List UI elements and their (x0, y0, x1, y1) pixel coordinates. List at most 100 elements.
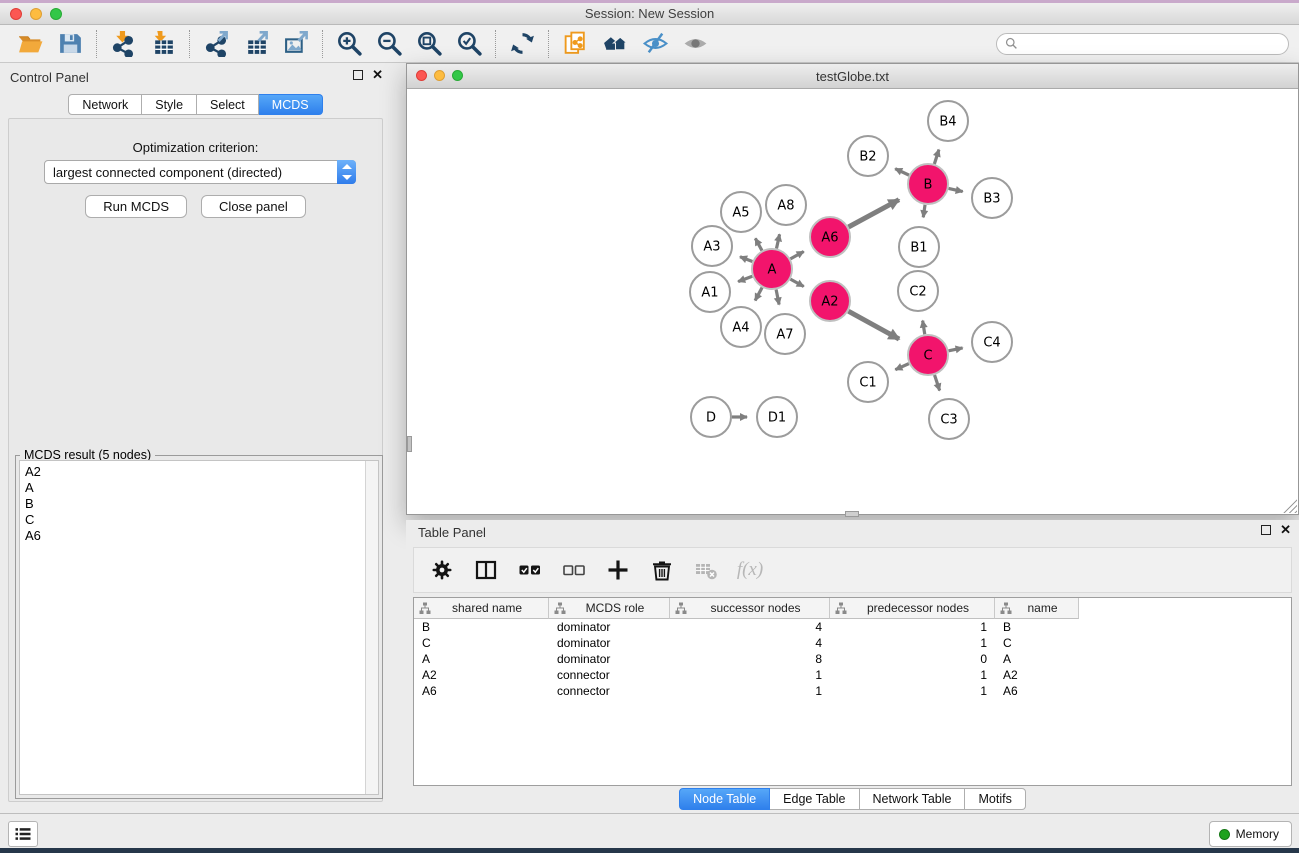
graph-node-A3[interactable]: A3 (692, 226, 732, 266)
graph-node-B1[interactable]: B1 (899, 227, 939, 267)
edge-B-B3[interactable] (949, 188, 963, 191)
edge-A-A7[interactable] (776, 290, 779, 305)
export-table-button[interactable] (236, 28, 276, 60)
function-builder-button[interactable]: f(x) (732, 553, 768, 587)
open-session-button[interactable] (10, 28, 50, 60)
tab-mcds[interactable]: MCDS (259, 94, 323, 115)
edge-A-A5[interactable] (755, 238, 762, 250)
zoom-fit-button[interactable] (409, 28, 449, 60)
tab-node-table[interactable]: Node Table (679, 788, 770, 810)
column-header-shared-name[interactable]: shared name (414, 598, 549, 619)
edge-A-A8[interactable] (776, 234, 779, 248)
node-table[interactable]: shared nameMCDS rolesuccessor nodesprede… (413, 597, 1292, 786)
result-list-scrollbar[interactable] (365, 461, 378, 794)
edge-C-C3[interactable] (935, 375, 940, 391)
table-row-C[interactable]: Cdominator41C (414, 635, 1291, 651)
network-canvas[interactable]: B4 B2 B B3 A8A5 A6 A3 B1 A C2 A1 A2 A4A7 C4 C C1 C3 D D1 (407, 89, 1298, 514)
edge-B-B2[interactable] (895, 169, 909, 175)
edge-B-B1[interactable] (923, 205, 925, 218)
graph-node-B4[interactable]: B4 (928, 101, 968, 141)
column-header-name[interactable]: name (995, 598, 1079, 619)
run-mcds-button[interactable]: Run MCDS (85, 195, 187, 218)
graph-node-C[interactable]: C (908, 335, 948, 375)
edge-A-A6[interactable] (790, 251, 803, 258)
zoom-in-button[interactable] (329, 28, 369, 60)
edge-C-C2[interactable] (923, 321, 925, 335)
graph-node-A4[interactable]: A4 (721, 307, 761, 347)
add-column-button[interactable] (600, 553, 636, 587)
import-network-button[interactable] (103, 28, 143, 60)
new-network-from-selection-button[interactable] (555, 28, 595, 60)
tab-motifs[interactable]: Motifs (965, 788, 1025, 810)
tab-select[interactable]: Select (197, 94, 259, 115)
result-list-item[interactable]: B (25, 496, 378, 512)
float-panel-icon[interactable] (353, 70, 363, 80)
export-network-button[interactable] (196, 28, 236, 60)
graph-node-B3[interactable]: B3 (972, 178, 1012, 218)
result-list-item[interactable]: A2 (25, 464, 378, 480)
search-field[interactable] (996, 33, 1289, 55)
graph-node-A7[interactable]: A7 (765, 314, 805, 354)
graph-node-B2[interactable]: B2 (848, 136, 888, 176)
result-list-item[interactable]: A6 (25, 528, 378, 544)
resize-grip-icon[interactable] (1283, 499, 1297, 513)
show-panels-button[interactable] (8, 821, 38, 847)
tab-network-table[interactable]: Network Table (860, 788, 966, 810)
float-table-panel-icon[interactable] (1261, 525, 1271, 535)
import-table-button[interactable] (143, 28, 183, 60)
edge-A2-C[interactable] (848, 311, 899, 339)
gear-button[interactable] (424, 553, 460, 587)
hide-selected-button[interactable] (635, 28, 675, 60)
edge-B-B4[interactable] (934, 150, 939, 164)
result-list-item[interactable]: C (25, 512, 378, 528)
show-all-button[interactable] (675, 28, 715, 60)
table-row-A2[interactable]: A2connector11A2 (414, 667, 1291, 683)
network-window-titlebar[interactable]: testGlobe.txt (407, 64, 1298, 89)
graph-node-C1[interactable]: C1 (848, 362, 888, 402)
table-row-B[interactable]: Bdominator41B (414, 619, 1291, 635)
edge-A-A2[interactable] (790, 279, 803, 286)
mcds-result-list[interactable]: A2ABCA6 (19, 460, 379, 795)
graph-node-C4[interactable]: C4 (972, 322, 1012, 362)
zoom-selected-button[interactable] (449, 28, 489, 60)
delete-column-button[interactable] (644, 553, 680, 587)
left-panel-grip[interactable] (407, 436, 412, 452)
search-input[interactable] (1023, 37, 1280, 51)
graph-node-A5[interactable]: A5 (721, 192, 761, 232)
memory-button[interactable]: Memory (1209, 821, 1292, 847)
column-header-predecessor-nodes[interactable]: predecessor nodes (830, 598, 995, 619)
result-list-item[interactable]: A (25, 480, 378, 496)
edge-C-C1[interactable] (895, 364, 908, 370)
edge-C-C4[interactable] (949, 348, 963, 351)
zoom-out-button[interactable] (369, 28, 409, 60)
graph-node-A6[interactable]: A6 (810, 217, 850, 257)
bottom-panel-grip[interactable] (845, 511, 859, 517)
delete-table-button[interactable] (688, 553, 724, 587)
tab-style[interactable]: Style (142, 94, 197, 115)
graph-node-D[interactable]: D (691, 397, 731, 437)
close-table-panel-icon[interactable]: ✕ (1280, 524, 1291, 536)
tab-network[interactable]: Network (68, 94, 142, 115)
table-row-A[interactable]: Adominator80A (414, 651, 1291, 667)
close-panel-button[interactable]: Close panel (201, 195, 306, 218)
tab-edge-table[interactable]: Edge Table (770, 788, 859, 810)
graph-node-C3[interactable]: C3 (929, 399, 969, 439)
graph-node-A[interactable]: A (752, 249, 792, 289)
graph-node-B[interactable]: B (908, 164, 948, 204)
first-neighbors-button[interactable] (595, 28, 635, 60)
network-graph[interactable]: B4 B2 B B3 A8A5 A6 A3 B1 A C2 A1 A2 A4A7 C4 C C1 C3 D D1 (407, 89, 1298, 514)
export-image-button[interactable] (276, 28, 316, 60)
edge-A-A3[interactable] (740, 257, 752, 262)
graph-node-D1[interactable]: D1 (757, 397, 797, 437)
refresh-layout-button[interactable] (502, 28, 542, 60)
graph-node-C2[interactable]: C2 (898, 271, 938, 311)
graph-node-A1[interactable]: A1 (690, 272, 730, 312)
save-session-button[interactable] (50, 28, 90, 60)
graph-node-A2[interactable]: A2 (810, 281, 850, 321)
graph-node-A8[interactable]: A8 (766, 185, 806, 225)
edge-A-A1[interactable] (738, 276, 752, 281)
column-header-MCDS-role[interactable]: MCDS role (549, 598, 670, 619)
table-row-A6[interactable]: A6connector11A6 (414, 683, 1291, 699)
criterion-dropdown[interactable]: largest connected component (directed) (44, 160, 356, 184)
edge-A6-B[interactable] (848, 200, 899, 227)
